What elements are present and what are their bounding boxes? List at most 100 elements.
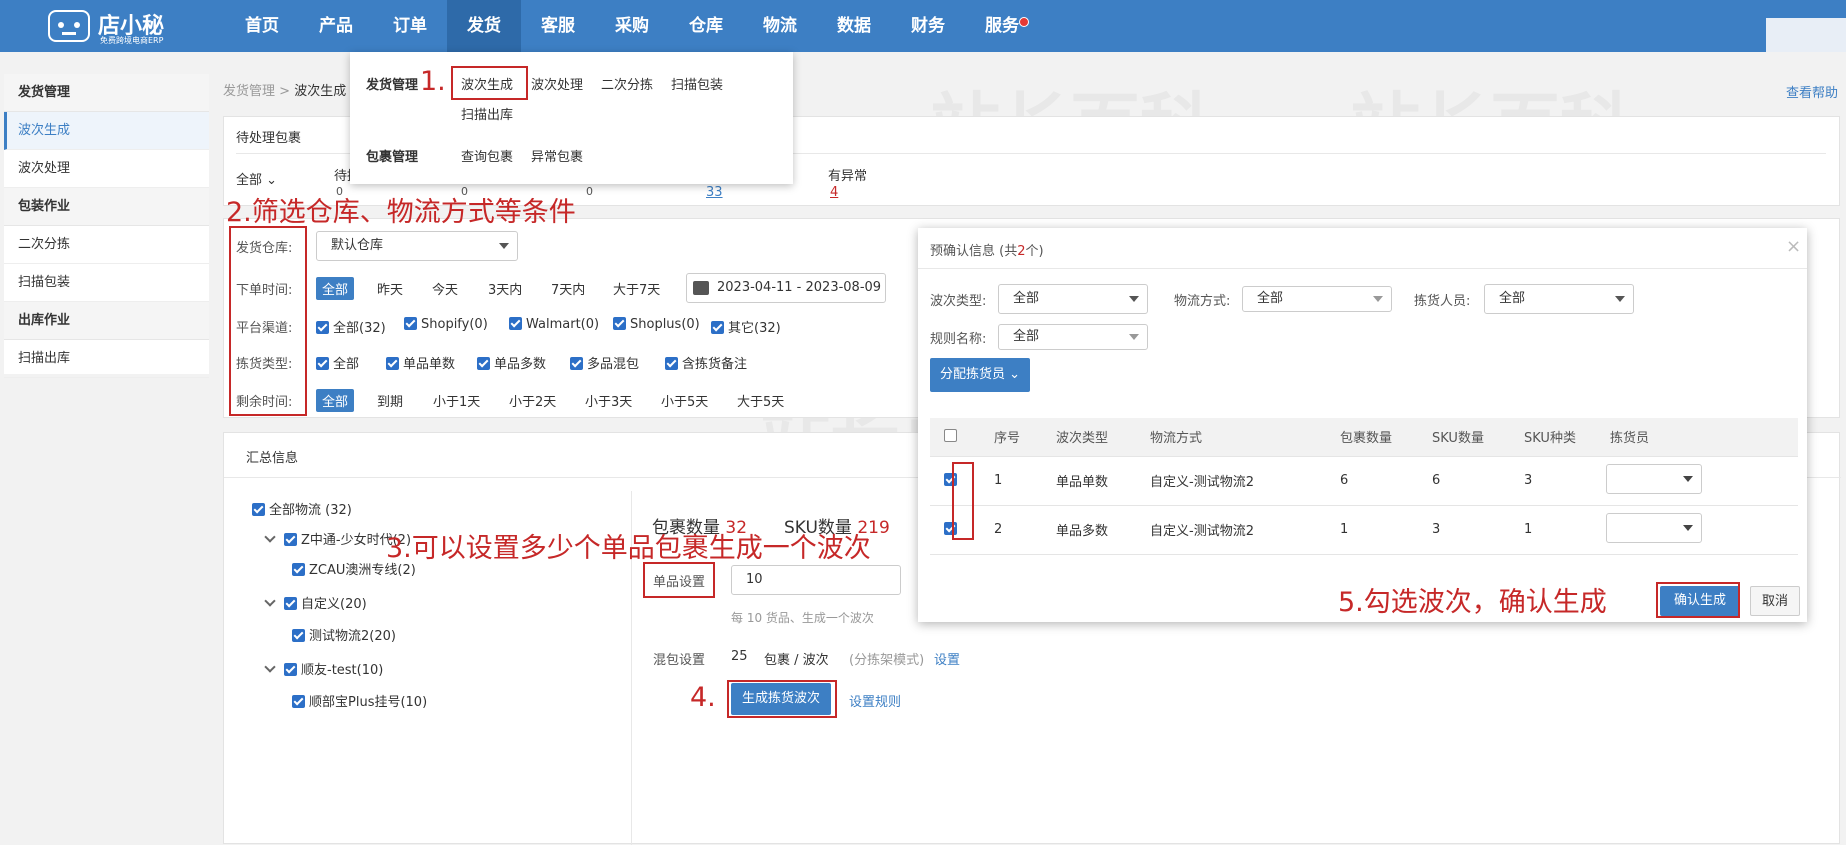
tree-node-carrier[interactable]: 顺友-test(10) [264, 659, 383, 678]
pending-count-link[interactable]: 33 [706, 185, 723, 200]
rule-name-select[interactable]: 全部 [998, 324, 1148, 350]
channel-checkbox[interactable]: Shopify(0) [404, 317, 488, 332]
picker-select[interactable]: 全部 [1484, 284, 1634, 314]
nav-item-data[interactable]: 数据 [817, 0, 891, 52]
nav-item-purchase[interactable]: 采购 [595, 0, 669, 52]
label: 自定义(20) [301, 597, 367, 612]
nav-item-service[interactable]: 客服 [521, 0, 595, 52]
nav-item-finance[interactable]: 财务 [891, 0, 965, 52]
checkbox-unchecked-icon[interactable] [944, 429, 957, 443]
label: 全部 [236, 173, 263, 188]
mix-setting-link[interactable]: 设置 [934, 649, 960, 668]
nav-item-shipping[interactable]: 发货 [447, 0, 521, 52]
pick-type-checkbox[interactable]: 含拣货备注 [665, 353, 747, 372]
batch-type-select[interactable]: 全部 [998, 284, 1148, 314]
dropdown-item-batch-process[interactable]: 波次处理 [531, 74, 583, 93]
channel-checkbox[interactable]: Shoplus(0) [613, 317, 700, 332]
picker-row-select[interactable] [1606, 463, 1702, 494]
pick-type-checkbox[interactable]: 单品单数 [386, 353, 455, 372]
select-all-cell[interactable] [930, 418, 980, 457]
breadcrumb-root[interactable]: 发货管理 [223, 84, 275, 99]
cell-sku: 3 [1418, 505, 1510, 555]
warehouse-select[interactable]: 默认仓库 [316, 231, 518, 261]
checkbox-checked-icon [711, 321, 724, 334]
sidebar-item-scan-pack[interactable]: 扫描包装 [4, 264, 209, 302]
nav-item-services[interactable]: 服务 [965, 0, 1039, 52]
modal-close-icon[interactable]: × [1786, 236, 1801, 257]
dropdown-item-secondary-sort[interactable]: 二次分拣 [601, 74, 653, 93]
dropdown-item-abnormal-package[interactable]: 异常包裹 [531, 146, 583, 165]
checkbox-checked-icon [386, 357, 399, 370]
channel-checkbox[interactable]: 全部(32) [316, 317, 386, 336]
mix-setting-note: (分拣架模式) [849, 653, 925, 668]
label: 多品混包 [587, 357, 640, 372]
nav-item-home[interactable]: 首页 [225, 0, 299, 52]
order-time-all[interactable]: 全部 [316, 277, 355, 300]
channel-checkbox[interactable]: Walmart(0) [509, 317, 599, 332]
remaining-time-all[interactable]: 全部 [316, 389, 355, 412]
tree-node-all-logistics[interactable]: 全部物流 (32) [252, 499, 352, 518]
order-time-option[interactable]: 昨天 [377, 279, 403, 298]
help-link[interactable]: 查看帮助 [1786, 82, 1838, 101]
mix-setting-unit: 包裹 / 波次 [764, 653, 829, 668]
dropdown-item-query-package[interactable]: 查询包裹 [461, 146, 513, 165]
label: 单品多数 [494, 357, 547, 372]
pick-type-checkbox[interactable]: 全部 [316, 353, 359, 372]
column-header: SKU数量 [1418, 418, 1510, 457]
date-range-input[interactable]: 2023-04-11 - 2023-08-09 [686, 273, 886, 303]
remaining-time-option[interactable]: 小于1天 [433, 391, 480, 410]
nav-item-products[interactable]: 产品 [299, 0, 373, 52]
annotation-box-filters [229, 226, 307, 416]
order-time-option[interactable]: 今天 [432, 279, 458, 298]
pick-type-checkbox[interactable]: 多品混包 [570, 353, 639, 372]
sidebar: 发货管理 波次生成 波次处理 包装作业 二次分拣 扫描包装 出库作业 扫描出库 [4, 74, 209, 378]
tree-node-service[interactable]: 测试物流2(20) [292, 625, 396, 644]
tree-node-carrier[interactable]: 自定义(20) [264, 593, 367, 612]
cancel-button[interactable]: 取消 [1750, 586, 1800, 616]
remaining-time-option[interactable]: 大于5天 [737, 391, 784, 410]
single-setting-input[interactable]: 10 [731, 565, 901, 595]
order-time-option[interactable]: 3天内 [488, 279, 522, 298]
label: 全部 [333, 357, 360, 372]
robot-logo-icon [48, 10, 90, 42]
nav-item-warehouse[interactable]: 仓库 [669, 0, 743, 52]
remaining-time-option[interactable]: 小于5天 [661, 391, 708, 410]
chevron-down-icon: ⌄ [266, 173, 278, 188]
order-time-option[interactable]: 7天内 [551, 279, 585, 298]
remaining-time-option[interactable]: 到期 [377, 391, 403, 410]
dropdown-item-scan-pack[interactable]: 扫描包装 [671, 74, 723, 93]
assign-picker-button[interactable]: 分配拣货员 ⌄ [930, 358, 1030, 392]
channel-checkbox[interactable]: 其它(32) [711, 317, 781, 336]
brand-logo[interactable]: 店小秘 免费跨境电商ERP [48, 8, 168, 45]
order-time-option[interactable]: 大于7天 [613, 279, 660, 298]
sidebar-item-batch-generate[interactable]: 波次生成 [4, 112, 209, 150]
divider [918, 268, 1807, 269]
pending-count[interactable]: 0 [586, 185, 593, 198]
remaining-time-option[interactable]: 小于2天 [509, 391, 556, 410]
sidebar-item-scan-outbound[interactable]: 扫描出库 [4, 340, 209, 378]
label: 含拣货备注 [682, 357, 748, 372]
user-account-box[interactable] [1766, 18, 1846, 52]
logistics-select[interactable]: 全部 [1242, 286, 1392, 312]
chevron-down-icon [264, 661, 276, 673]
table-row: 2 单品多数 自定义-测试物流2 1 3 1 [930, 505, 1798, 555]
pending-filter-all[interactable]: 全部 ⌄ [236, 169, 277, 188]
nav-item-logistics[interactable]: 物流 [743, 0, 817, 52]
tree-node-service[interactable]: 顺部宝Plus挂号(10) [292, 691, 427, 710]
chevron-down-icon [1129, 334, 1139, 340]
picker-row-select[interactable] [1606, 512, 1702, 543]
picker-label: 拣货人员: [1414, 294, 1471, 309]
sidebar-item-secondary-sort[interactable]: 二次分拣 [4, 226, 209, 264]
remaining-time-option[interactable]: 小于3天 [585, 391, 632, 410]
modal-count: 2 [1017, 244, 1026, 259]
cell-logistics: 自定义-测试物流2 [1136, 456, 1326, 506]
set-rules-link[interactable]: 设置规则 [849, 691, 901, 710]
cell-logistics: 自定义-测试物流2 [1136, 505, 1326, 555]
dropdown-item-scan-outbound[interactable]: 扫描出库 [461, 104, 513, 123]
pick-type-checkbox[interactable]: 单品多数 [477, 353, 546, 372]
sidebar-item-batch-process[interactable]: 波次处理 [4, 150, 209, 188]
checkbox-checked-icon [292, 629, 305, 642]
abnormal-count[interactable]: 4 [830, 185, 838, 200]
value: 全部 [1257, 291, 1284, 306]
nav-item-orders[interactable]: 订单 [373, 0, 447, 52]
